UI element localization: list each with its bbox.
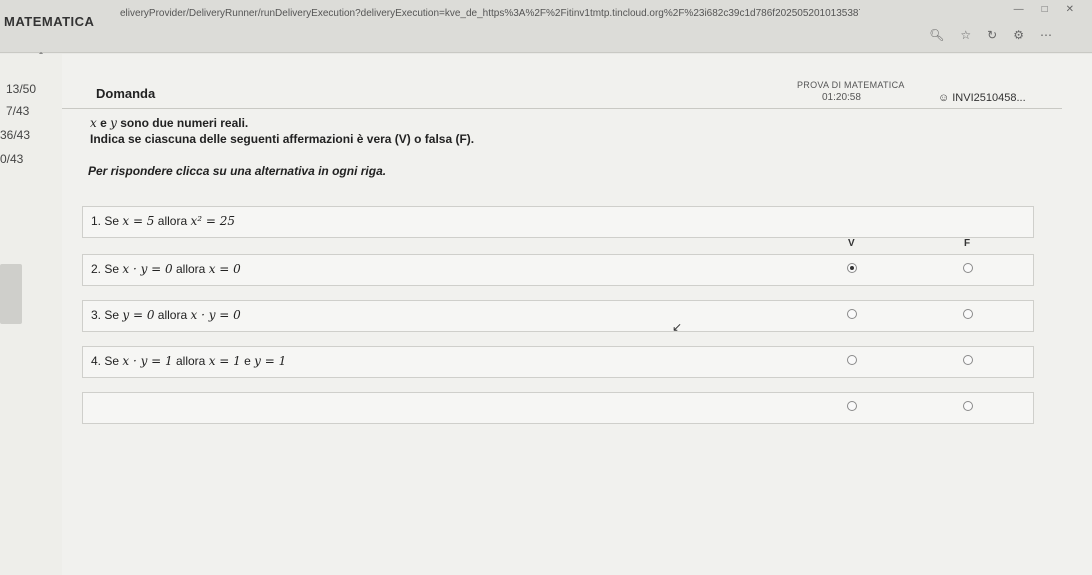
refresh-icon[interactable]: ↻: [987, 28, 997, 42]
scrollbar-thumb[interactable]: [0, 264, 22, 324]
statement-text: 1. Se x = 5 allora x² = 25: [91, 214, 236, 228]
intro-line-1: x e y sono due numeri reali.: [90, 116, 249, 130]
url-bar[interactable]: eliveryProvider/DeliveryRunner/runDelive…: [120, 8, 860, 19]
radio-false[interactable]: [963, 401, 973, 411]
nav-item[interactable]: 0/43: [0, 152, 23, 166]
nav-item[interactable]: 7/43: [6, 104, 29, 118]
mouse-cursor-icon: ↙: [672, 320, 683, 334]
browser-toolbar: MATEMATICA eliveryProvider/DeliveryRunne…: [0, 0, 1092, 53]
question-header: Domanda PROVA DI MATEMATICA 01:20:58 ☺ IN…: [62, 72, 1062, 109]
radio-true[interactable]: [847, 355, 857, 365]
app-title: MATEMATICA: [4, 14, 95, 29]
radio-false[interactable]: [963, 309, 973, 319]
user-badge: ☺ INVI2510458...: [938, 92, 1026, 104]
radio-true[interactable]: [847, 401, 857, 411]
minimize-icon[interactable]: —: [1014, 4, 1024, 15]
statement-text: 2. Se x · y = 0 allora x = 0: [91, 262, 241, 276]
window-controls: — □ ✕: [1014, 4, 1074, 15]
statement-row-1: 1. Se x = 5 allora x² = 25: [82, 206, 1034, 238]
extensions-icon[interactable]: ⚙: [1013, 28, 1024, 42]
statement-text: 4. Se x · y = 1 allora x = 1 e y = 1: [91, 354, 287, 368]
intro-line-2: Indica se ciascuna delle seguenti afferm…: [90, 132, 475, 146]
user-id: INVI2510458...: [952, 92, 1026, 104]
statement-row-2: 2. Se x · y = 0 allora x = 0: [82, 254, 1034, 286]
radio-true[interactable]: [847, 263, 857, 273]
column-header-true: V: [848, 238, 855, 249]
question-area: Domanda PROVA DI MATEMATICA 01:20:58 ☺ IN…: [62, 54, 1092, 575]
zoom-icon[interactable]: 🔍︎: [929, 28, 944, 42]
page-title: Domanda: [96, 86, 156, 101]
timer: 01:20:58: [822, 92, 861, 103]
nav-item[interactable]: 36/43: [0, 128, 30, 142]
statement-row-5: [82, 392, 1034, 424]
user-icon: ☺: [938, 92, 950, 104]
close-icon[interactable]: ✕: [1066, 4, 1074, 15]
browser-icons: 🔍︎ ☆ ↻ ⚙ ⋯: [929, 28, 1052, 42]
test-name: PROVA DI MATEMATICA: [797, 80, 905, 90]
radio-false[interactable]: [963, 263, 973, 273]
menu-icon[interactable]: ⋯: [1040, 28, 1052, 42]
star-icon[interactable]: ☆: [960, 28, 971, 42]
nav-item[interactable]: 13/50: [6, 82, 36, 96]
column-header-false: F: [964, 238, 971, 249]
statement-row-3: 3. Se y = 0 allora x · y = 0: [82, 300, 1034, 332]
statement-text: 3. Se y = 0 allora x · y = 0: [91, 308, 241, 322]
radio-false[interactable]: [963, 355, 973, 365]
maximize-icon[interactable]: □: [1042, 4, 1048, 15]
radio-true[interactable]: [847, 309, 857, 319]
statement-row-4: 4. Se x · y = 1 allora x = 1 e y = 1: [82, 346, 1034, 378]
question-nav-panel: 13/50 7/43 36/43 0/43: [0, 54, 63, 575]
intro-line-3: Per rispondere clicca su una alternativa…: [88, 164, 387, 178]
